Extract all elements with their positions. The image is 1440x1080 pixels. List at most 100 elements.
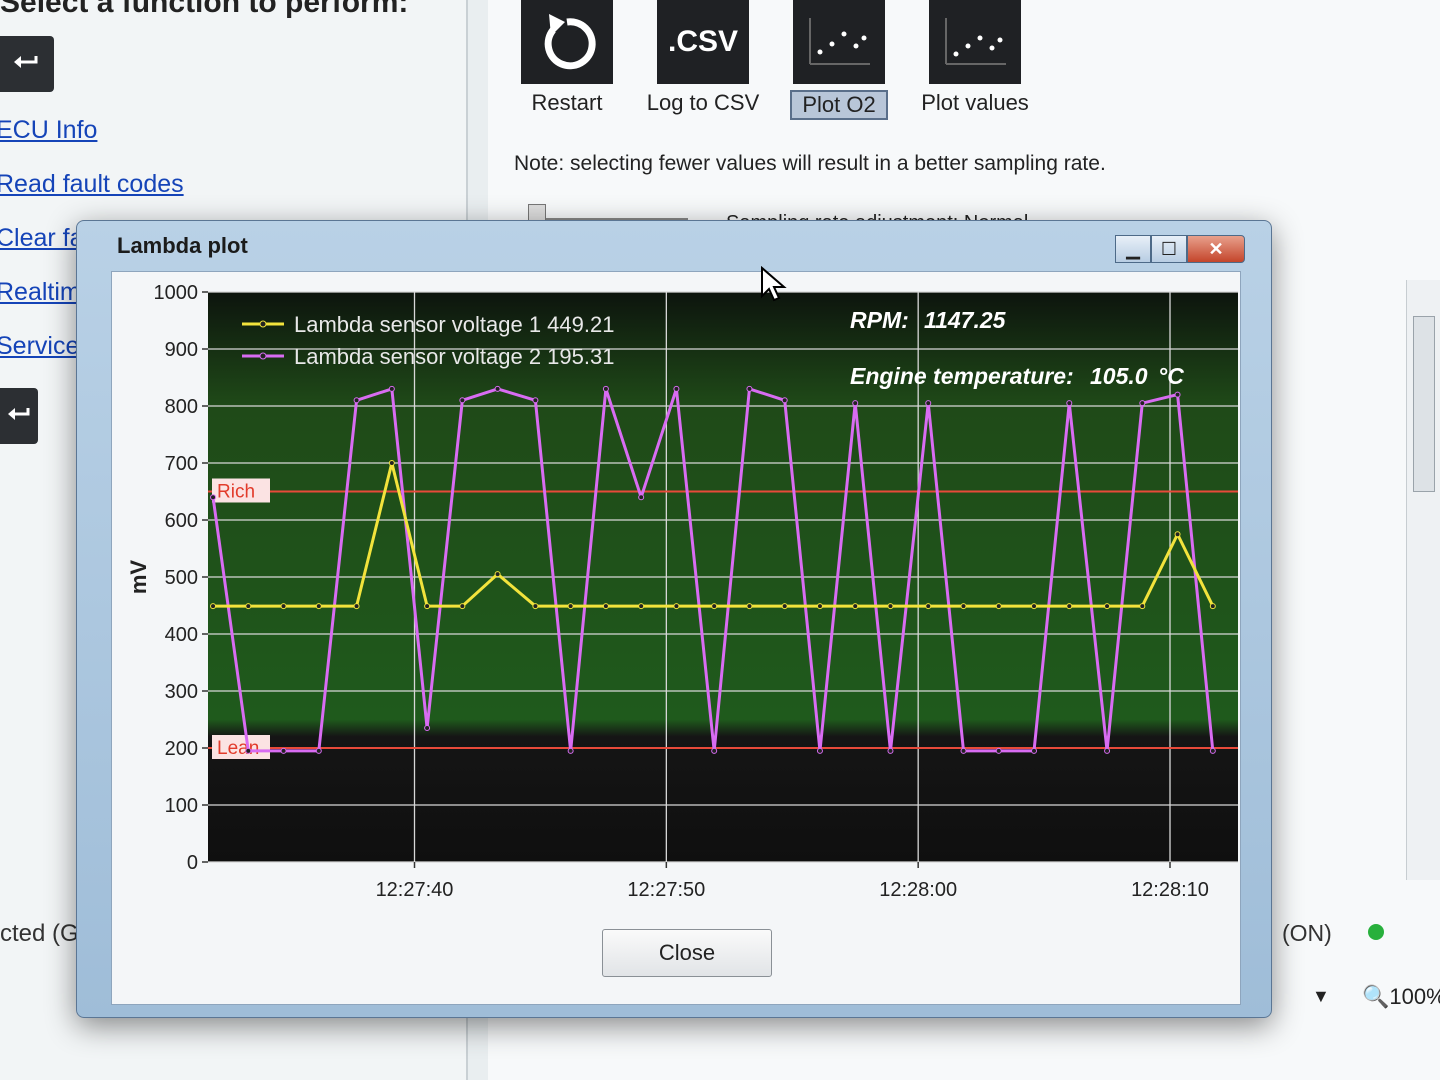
y-tick-label: 700 — [165, 453, 198, 475]
series-1-point — [315, 603, 322, 610]
scrollbar[interactable] — [1406, 280, 1440, 880]
sampling-note: Note: selecting fewer values will result… — [514, 152, 1106, 175]
function-heading: Select a function to perform: — [0, 0, 409, 19]
x-tick-label: 12:28:10 — [1131, 879, 1209, 901]
series-1-point — [602, 603, 609, 610]
ignition-status: (ON) — [1282, 920, 1332, 946]
y-tick-label: 500 — [165, 567, 198, 589]
threshold-lean-label: Lean — [217, 738, 259, 759]
series-2-point — [781, 397, 788, 404]
rpm-label: RPM: — [850, 307, 909, 333]
maximize-icon: ☐ — [1160, 238, 1178, 259]
series-2-point — [1209, 747, 1216, 754]
scrollbar-thumb[interactable] — [1413, 316, 1435, 492]
y-tick-label: 600 — [165, 510, 198, 532]
plot-values-button[interactable]: Plot values — [916, 0, 1034, 120]
y-tick-label: 0 — [187, 852, 198, 874]
back-arrow-icon — [12, 50, 42, 79]
series-2-point — [887, 747, 894, 754]
maximize-button[interactable]: ☐ — [1151, 235, 1187, 263]
window-controls: ▁ ☐ ✕ — [1115, 235, 1245, 263]
y-tick-label: 300 — [165, 681, 198, 703]
back-button-2[interactable] — [0, 388, 38, 444]
series-2-point — [746, 385, 753, 392]
series-1-point — [567, 603, 574, 610]
restart-button[interactable]: Restart — [508, 0, 626, 120]
series-2-point — [532, 397, 539, 404]
minimize-button[interactable]: ▁ — [1115, 235, 1151, 263]
y-tick-label: 400 — [165, 624, 198, 646]
plot-icon — [929, 0, 1021, 84]
close-icon: ✕ — [1208, 238, 1224, 259]
temperature-label: Engine temperature: — [850, 363, 1074, 389]
series-2-point — [638, 494, 645, 501]
series-1-point — [711, 603, 718, 610]
legend-marker-2 — [259, 352, 267, 360]
series-1-point — [210, 603, 217, 610]
log-csv-label: Log to CSV — [646, 90, 760, 115]
y-axis: 0 100 200 300 400 500 600 700 800 900 1000 — [154, 282, 208, 874]
series-1-point — [960, 603, 967, 610]
dialog-title: Lambda plot — [117, 233, 248, 258]
series-2-point — [388, 385, 395, 392]
series-1-point — [424, 603, 431, 610]
log-csv-button[interactable]: .CSV Log to CSV — [644, 0, 762, 120]
link-read-fault-codes[interactable]: Read fault codes — [0, 170, 184, 199]
zoom-value: 100% — [1389, 984, 1440, 1009]
series-1-point — [280, 603, 287, 610]
series-2-point — [1174, 391, 1181, 398]
series-2-point — [424, 725, 431, 732]
series-1-point — [245, 603, 252, 610]
lambda-chart: 0 100 200 300 400 500 600 700 800 900 1000 12:27:4… — [126, 282, 1238, 901]
back-button[interactable] — [0, 36, 54, 92]
y-tick-label: 100 — [165, 795, 198, 817]
series-1-point — [638, 603, 645, 610]
close-button[interactable]: Close — [602, 929, 772, 977]
series-2-point — [602, 385, 609, 392]
dialog-client: 0 100 200 300 400 500 600 700 800 900 1000 12:27:4… — [111, 271, 1241, 1005]
series-1-point — [816, 603, 823, 610]
series-1-point — [1139, 603, 1146, 610]
plot-icon — [793, 0, 885, 84]
series-2-point — [711, 747, 718, 754]
series-2-point — [459, 397, 466, 404]
series-1-point — [532, 603, 539, 610]
series-2-point — [925, 400, 932, 407]
window-close-button[interactable]: ✕ — [1187, 235, 1245, 263]
series-2-point — [280, 747, 287, 754]
status-indicator — [1368, 924, 1384, 940]
series-1-point — [673, 603, 680, 610]
connection-status: cted (G — [0, 920, 79, 947]
plot-o2-button[interactable]: Plot O2 — [780, 0, 898, 120]
series-1-point — [388, 460, 395, 466]
chevron-down-icon[interactable]: ▼ — [1312, 986, 1330, 1007]
series-1-point — [459, 603, 466, 610]
y-tick-label: 200 — [165, 738, 198, 760]
y-tick-label: 1000 — [154, 282, 199, 304]
series-2-point — [353, 397, 360, 404]
legend-entry-2: Lambda sensor voltage 2 195.31 — [294, 344, 614, 369]
series-1-point — [1209, 603, 1216, 610]
restart-icon — [521, 0, 613, 84]
series-1-point — [925, 603, 932, 610]
legend-marker-1 — [259, 320, 267, 328]
series-2-point — [995, 747, 1002, 754]
link-ecu-info[interactable]: ECU Info — [0, 116, 97, 145]
back-arrow-icon — [6, 402, 32, 431]
series-1-point — [781, 603, 788, 610]
mouse-cursor-icon — [761, 266, 787, 302]
zoom-level[interactable]: 🔍100% — [1362, 984, 1440, 1010]
x-tick-label: 12:27:50 — [627, 879, 705, 901]
plot-o2-label: Plot O2 — [790, 90, 888, 120]
series-1-point — [995, 603, 1002, 610]
series-1-point — [1031, 603, 1038, 610]
series-1-point — [1066, 603, 1073, 610]
sampling-slider[interactable] — [528, 204, 688, 228]
series-2-point — [494, 385, 501, 392]
csv-icon: .CSV — [657, 0, 749, 84]
series-2-point — [245, 747, 252, 754]
series-1-point — [494, 571, 501, 578]
temperature-value: 105.0 — [1090, 363, 1148, 389]
y-axis-label: mV — [126, 560, 151, 595]
series-1-point — [852, 603, 859, 610]
